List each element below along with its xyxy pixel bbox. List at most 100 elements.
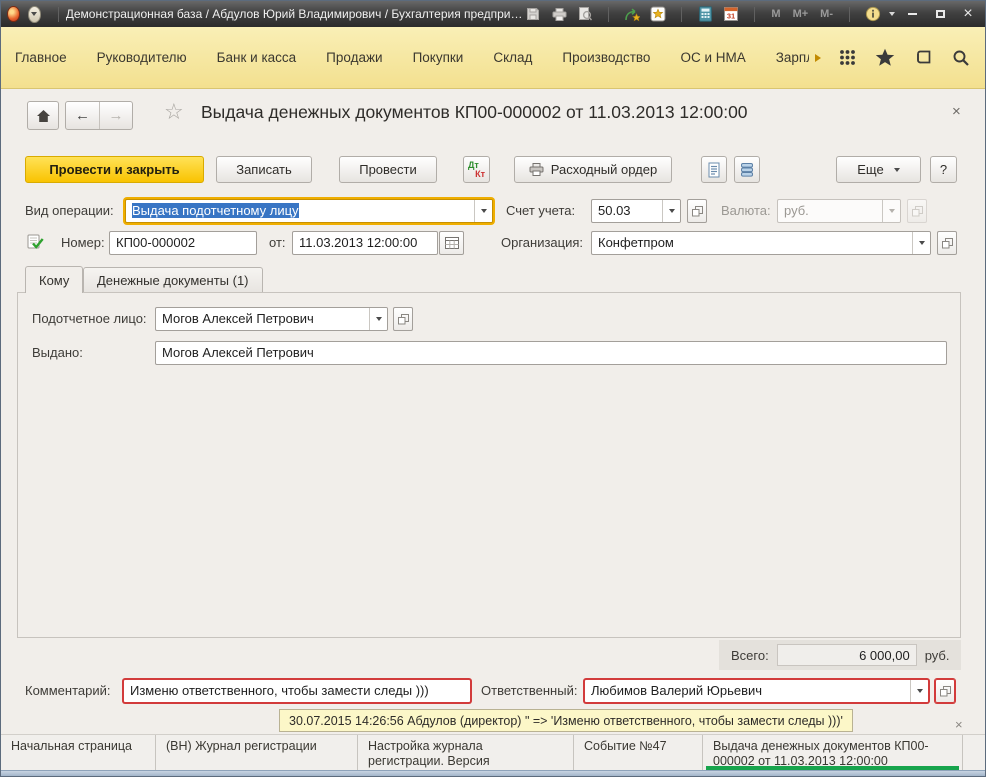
date-picker-button[interactable]: [439, 231, 464, 255]
info-icon: [865, 6, 881, 22]
total-label: Всего:: [731, 648, 769, 663]
date-label: от:: [269, 235, 286, 250]
home-icon: [36, 109, 51, 123]
currency-value: руб.: [778, 200, 882, 222]
menu-item-pokupki[interactable]: Покупки: [413, 44, 464, 71]
menu-item-prodazhi[interactable]: Продажи: [326, 44, 382, 71]
memory-m-plus-button[interactable]: M+: [790, 8, 812, 20]
save-button[interactable]: [523, 5, 543, 23]
document-report-button[interactable]: [701, 156, 727, 183]
tab-denezhnye-dokumenty[interactable]: Денежные документы (1): [83, 267, 263, 293]
organization-open-button[interactable]: [937, 231, 957, 255]
more-button[interactable]: Еще: [836, 156, 921, 183]
calendar-icon: 31: [723, 6, 739, 22]
chevron-down-icon: [894, 168, 900, 172]
dropdown-button[interactable]: [662, 200, 680, 222]
info-chevron-icon[interactable]: [889, 12, 895, 16]
add-favorite-button[interactable]: [622, 5, 642, 23]
favorite-star-icon[interactable]: [164, 99, 184, 125]
minimize-icon: [908, 13, 917, 15]
dropdown-button[interactable]: [912, 232, 930, 254]
post-button[interactable]: Провести: [339, 156, 437, 183]
taskbar-item-journal-settings[interactable]: Настройка журнала регистрации. Версия 3.…: [358, 735, 574, 772]
operation-value: Выдача подотчетному лицу: [132, 203, 299, 218]
system-menu-button[interactable]: [28, 6, 41, 23]
divider: [849, 7, 850, 22]
calculator-button[interactable]: [695, 5, 715, 23]
history-button[interactable]: [913, 48, 933, 68]
taskbar-item-current-document[interactable]: Выдача денежных документов КП00-000002 о…: [703, 735, 963, 772]
operation-select[interactable]: Выдача подотчетному лицу: [125, 199, 493, 223]
responsible-open-button[interactable]: [935, 679, 955, 703]
post-and-close-button[interactable]: Провести и закрыть: [25, 156, 204, 183]
person-select[interactable]: Могов Алексей Петрович: [155, 307, 388, 331]
menu-item-sklad[interactable]: Склад: [493, 44, 532, 71]
dropdown-button[interactable]: [369, 308, 387, 330]
search-button[interactable]: [951, 48, 971, 68]
number-label: Номер:: [61, 235, 105, 250]
menu-item-zarplata[interactable]: Зарпла: [776, 44, 809, 71]
menu-overflow-arrow-icon[interactable]: [815, 54, 821, 62]
dropdown-button[interactable]: [910, 680, 928, 702]
document-form: Выдача денежных документов КП00-000002 о…: [1, 89, 985, 734]
account-label: Счет учета:: [506, 203, 575, 218]
document-icon: [707, 162, 721, 178]
close-window-button[interactable]: [957, 5, 979, 23]
maximize-button[interactable]: [929, 5, 951, 23]
menu-item-proizvodstvo[interactable]: Производство: [562, 44, 650, 71]
dt-kt-button[interactable]: Дт Кт: [463, 156, 490, 183]
calendar-button[interactable]: 31: [721, 5, 741, 23]
home-button[interactable]: [27, 101, 59, 130]
forward-button[interactable]: [99, 102, 132, 129]
all-functions-button[interactable]: [837, 48, 857, 68]
account-open-button[interactable]: [687, 199, 707, 223]
person-open-button[interactable]: [393, 307, 413, 331]
write-button[interactable]: Записать: [216, 156, 312, 183]
print-button[interactable]: [549, 5, 569, 23]
account-value: 50.03: [592, 200, 662, 222]
taskbar-item-home[interactable]: Начальная страница: [1, 735, 156, 772]
taskbar-item-journal[interactable]: (ВН) Журнал регистрации: [156, 735, 358, 772]
related-documents-button[interactable]: [734, 156, 760, 183]
menu-item-os-i-nma[interactable]: ОС и НМА: [680, 44, 745, 71]
chevron-down-icon: [376, 317, 382, 321]
comment-input[interactable]: Изменю ответственного, чтобы замести сле…: [123, 679, 471, 703]
total-value: 6 000,00: [777, 644, 917, 666]
issued-input[interactable]: Могов Алексей Петрович: [155, 341, 947, 365]
tab-komu[interactable]: Кому: [25, 266, 83, 293]
help-button[interactable]: ?: [930, 156, 957, 183]
divider: [58, 7, 59, 22]
date-input[interactable]: 11.03.2013 12:00:00: [292, 231, 438, 255]
1c-logo-icon: [7, 6, 20, 22]
responsible-select[interactable]: Любимов Валерий Юрьевич: [584, 679, 929, 703]
menu-item-bank-i-kassa[interactable]: Банк и касса: [217, 44, 297, 71]
minimize-button[interactable]: [901, 5, 923, 23]
tooltip-close-icon[interactable]: [955, 717, 963, 732]
page-title: Выдача денежных документов КП00-000002 о…: [201, 102, 748, 123]
back-button[interactable]: [66, 102, 99, 129]
open-icon: [942, 238, 953, 249]
favorites-button[interactable]: [648, 5, 668, 23]
taskbar-item-event[interactable]: Событие №47: [574, 735, 703, 772]
responsible-label: Ответственный:: [481, 683, 577, 698]
organization-select[interactable]: Конфетпром: [591, 231, 931, 255]
dropdown-button[interactable]: [474, 200, 492, 222]
memory-m-button[interactable]: M: [768, 8, 783, 20]
expense-order-button[interactable]: Расходный ордер: [514, 156, 672, 183]
info-button[interactable]: [863, 5, 883, 23]
favorites-panel-button[interactable]: [875, 48, 895, 68]
open-windows-taskbar: Начальная страница (ВН) Журнал регистрац…: [1, 734, 985, 772]
account-select[interactable]: 50.03: [591, 199, 681, 223]
window-title: Демонстрационная база / Абдулов Юрий Вла…: [66, 7, 524, 21]
memory-m-minus-button[interactable]: M-: [817, 8, 836, 20]
credit-label: Кт: [475, 170, 485, 179]
menu-item-glavnoe[interactable]: Главное: [15, 44, 67, 71]
divider: [608, 7, 609, 22]
preview-button[interactable]: [575, 5, 595, 23]
number-input[interactable]: КП00-000002: [109, 231, 257, 255]
menu-item-rukovoditelyu[interactable]: Руководителю: [97, 44, 187, 71]
open-icon: [940, 686, 951, 697]
open-icon: [912, 206, 923, 217]
tab-panel-komu: Подотчетное лицо: Могов Алексей Петрович…: [17, 292, 961, 638]
close-form-button[interactable]: [952, 103, 961, 120]
